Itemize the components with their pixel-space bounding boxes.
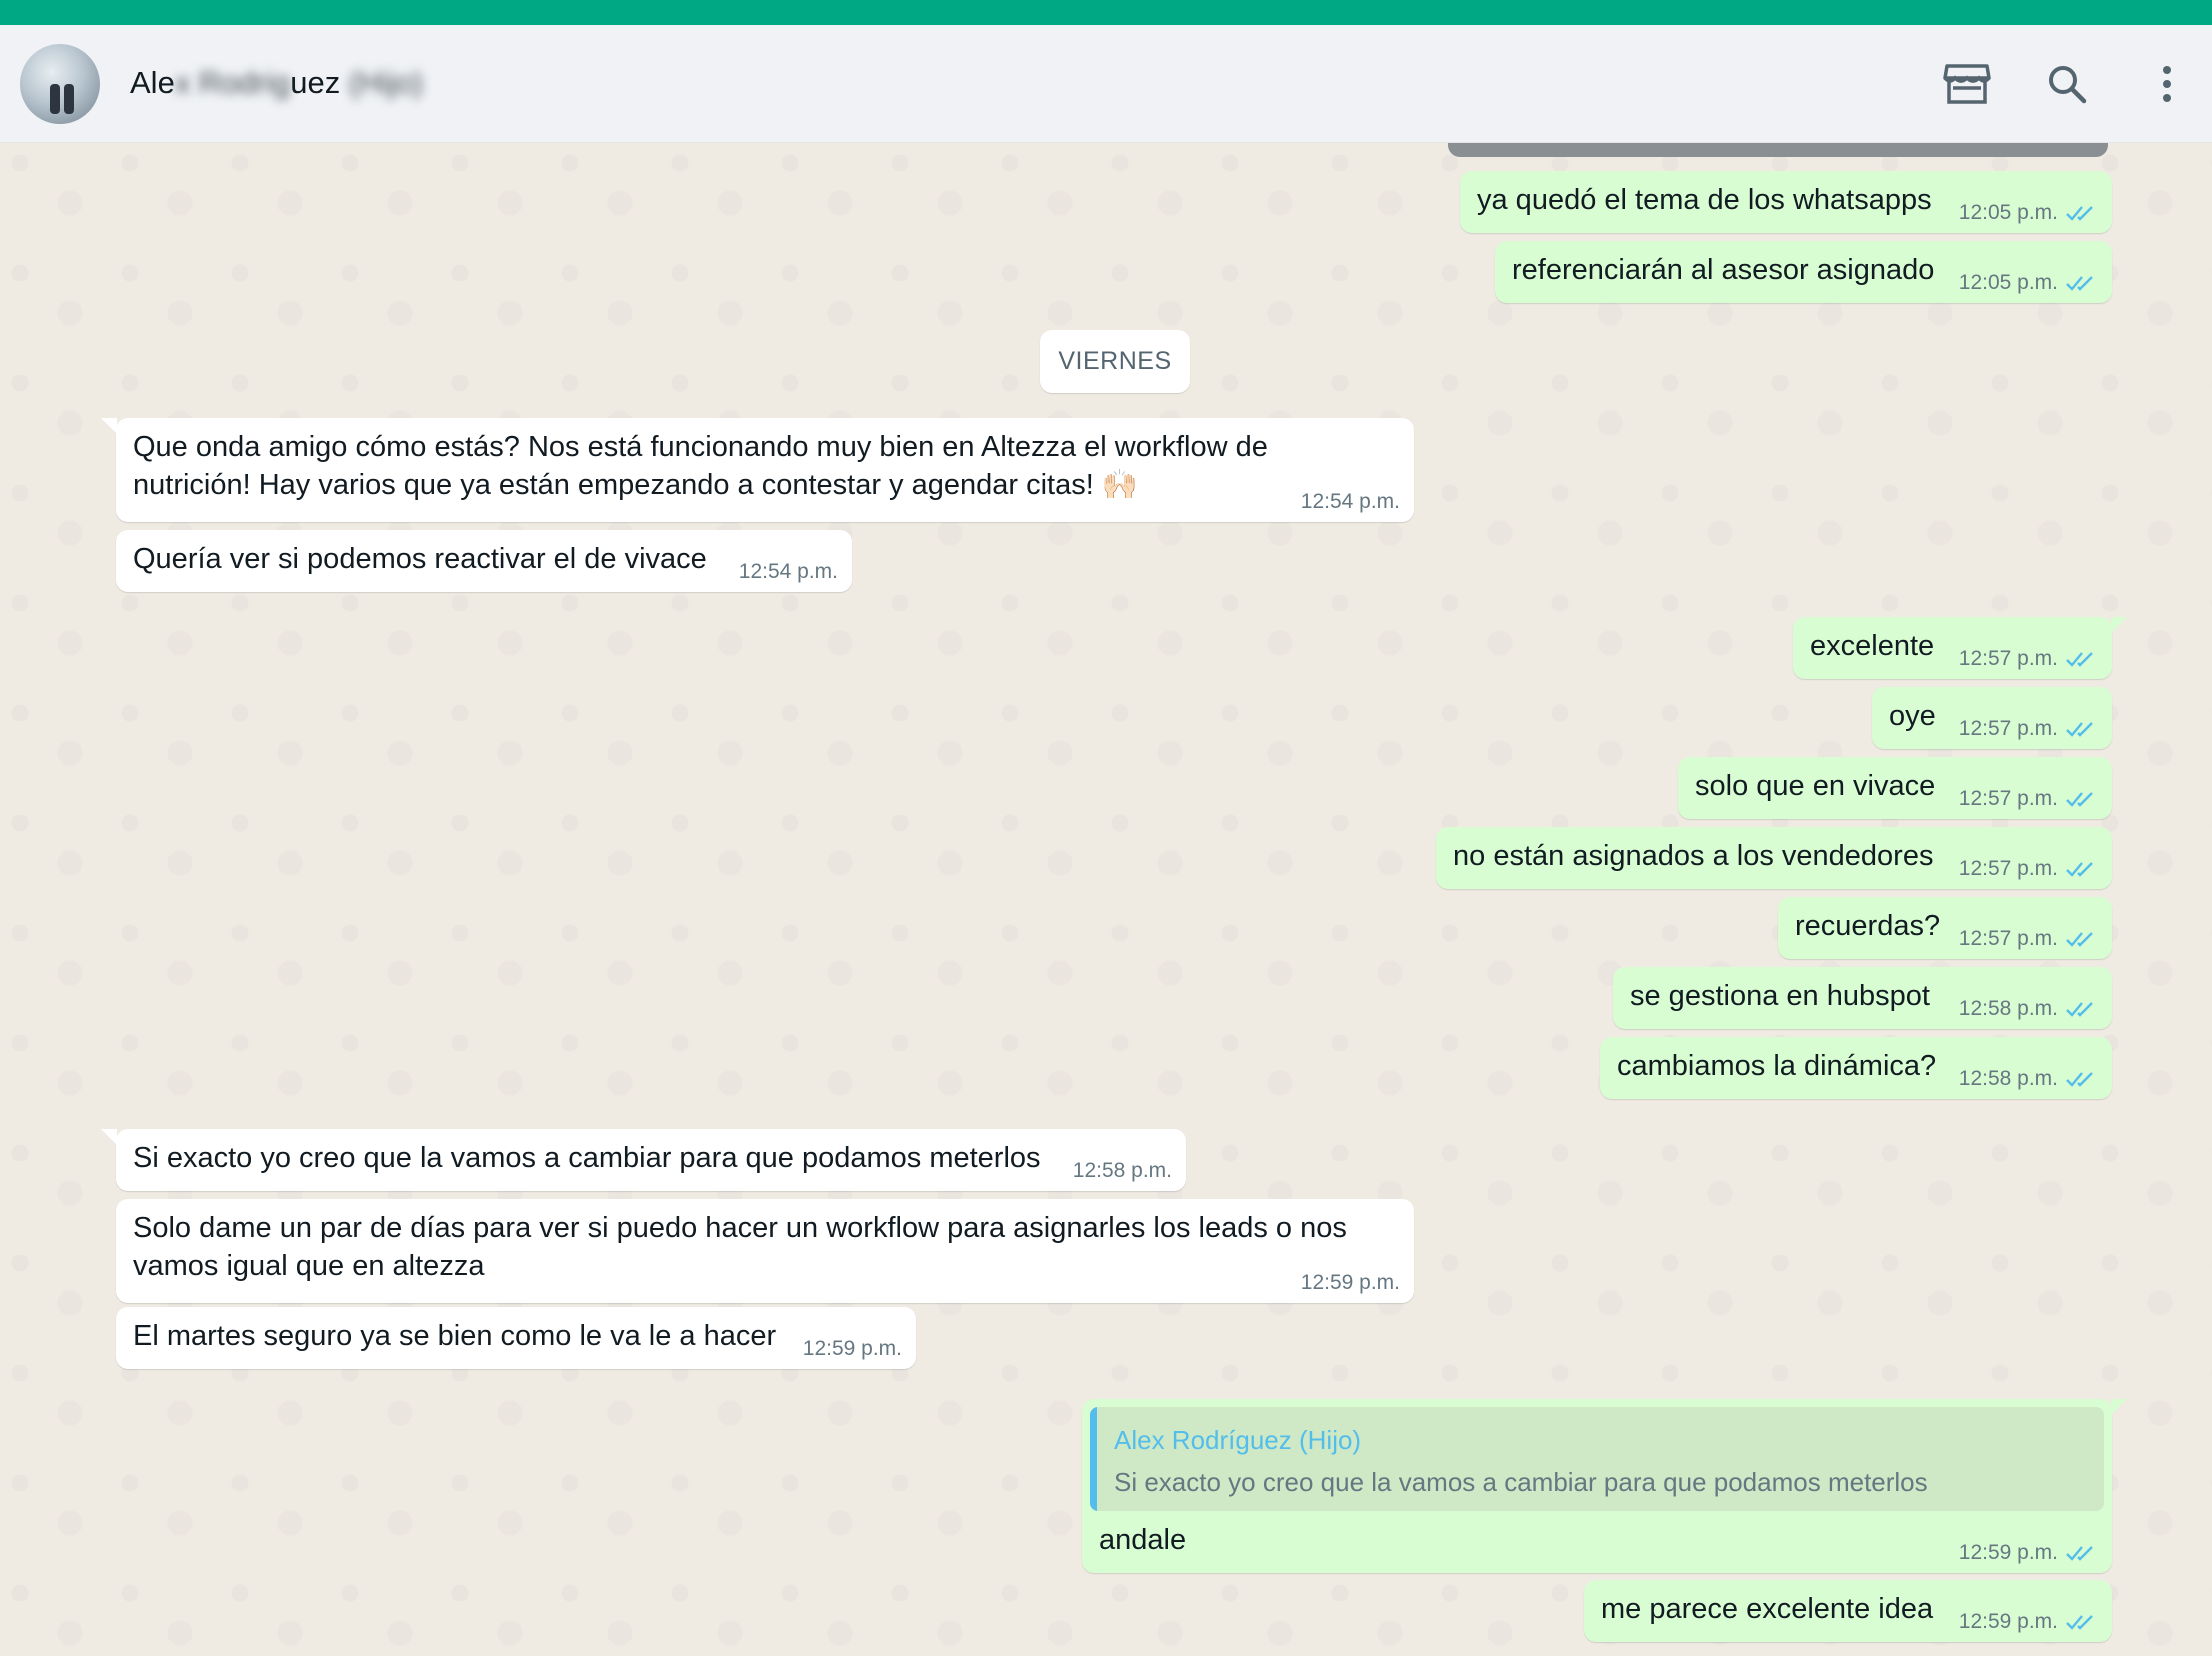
message-text: Quería ver si podemos reactivar el de vi… (133, 543, 707, 575)
message-outgoing[interactable]: referenciarán al asesor asignado 12:05 p… (1495, 241, 2112, 303)
message-meta: 12:57 p.m. (1959, 647, 2098, 671)
message-time: 12:57 p.m. (1958, 647, 2058, 670)
message-time: 12:57 p.m. (1958, 787, 2058, 810)
message-meta: 12:57 p.m. (1959, 787, 2098, 811)
bubble-tail (101, 1129, 117, 1145)
avatar[interactable] (20, 44, 100, 124)
app-top-accent-bar (0, 0, 2212, 25)
message-meta: 12:05 p.m. (1959, 271, 2098, 295)
message-meta: 12:54 p.m. (1301, 490, 1400, 514)
message-outgoing[interactable]: excelente 12:57 p.m. (1793, 617, 2127, 679)
menu-icon[interactable] (2140, 57, 2194, 111)
message-time: 12:57 p.m. (1958, 717, 2058, 740)
message-incoming[interactable]: Quería ver si podemos reactivar el de vi… (116, 530, 852, 592)
message-incoming[interactable]: Si exacto yo creo que la vamos a cambiar… (101, 1129, 1186, 1191)
message-time: 12:59 p.m. (1958, 1610, 2058, 1633)
message-text: Si exacto yo creo que la vamos a cambiar… (133, 1142, 1041, 1174)
read-receipt-icon (2066, 652, 2093, 667)
read-receipt-icon (2066, 276, 2093, 291)
chat-header: Alex Rodriguez (Hijo) (0, 25, 2212, 143)
message-meta: 12:59 p.m. (803, 1337, 902, 1361)
message-outgoing[interactable]: oye 12:57 p.m. (1872, 687, 2112, 749)
message-meta: 12:57 p.m. (1959, 927, 2098, 951)
read-receipt-icon (2066, 206, 2093, 221)
message-time: 12:54 p.m. (1300, 490, 1400, 513)
read-receipt-icon (2066, 862, 2093, 877)
message-outgoing[interactable]: me parece excelente idea 12:59 p.m. (1584, 1580, 2112, 1642)
contact-name-end: uez (290, 65, 341, 100)
contact-name-start: Ale (130, 65, 175, 100)
contact-name-blurred-suffix: (Hijo) (348, 65, 423, 100)
message-time: 12:54 p.m. (738, 560, 838, 583)
read-receipt-icon (2066, 792, 2093, 807)
message-time: 12:58 p.m. (1958, 1067, 2058, 1090)
read-receipt-icon (2066, 1072, 2093, 1087)
read-receipt-icon (2066, 722, 2093, 737)
previous-message-edge (1448, 143, 2108, 157)
conversation-panel[interactable]: ya quedó el tema de los whatsapps 12:05 … (0, 143, 2212, 1656)
message-meta: 12:58 p.m. (1959, 997, 2098, 1021)
message-meta: 12:57 p.m. (1959, 857, 2098, 881)
message-meta: 12:54 p.m. (739, 560, 838, 584)
message-meta: 12:59 p.m. (1301, 1271, 1400, 1295)
search-icon[interactable] (2040, 57, 2094, 111)
message-meta: 12:58 p.m. (1959, 1067, 2098, 1091)
quoted-message[interactable]: Alex Rodríguez (Hijo) Si exacto yo creo … (1090, 1407, 2104, 1511)
message-time: 12:58 p.m. (1958, 997, 2058, 1020)
contact-name[interactable]: Alex Rodriguez (Hijo) (130, 61, 423, 105)
message-text: andale (1099, 1524, 1187, 1556)
message-outgoing[interactable]: recuerdas? 12:57 p.m. (1778, 897, 2112, 959)
message-meta: 12:58 p.m. (1073, 1159, 1172, 1183)
message-outgoing[interactable]: cambiamos la dinámica? 12:58 p.m. (1600, 1037, 2112, 1099)
message-outgoing[interactable]: se gestiona en hubspot 12:58 p.m. (1613, 967, 2112, 1029)
read-receipt-icon (2066, 932, 2093, 947)
message-time: 12:05 p.m. (1958, 201, 2058, 224)
message-time: 12:59 p.m. (1958, 1541, 2058, 1564)
message-incoming[interactable]: Solo dame un par de días para ver si pue… (116, 1199, 1414, 1303)
message-time: 12:57 p.m. (1958, 857, 2058, 880)
message-time: 12:59 p.m. (802, 1337, 902, 1360)
message-meta: 12:59 p.m. (1959, 1541, 2098, 1565)
message-outgoing[interactable]: ya quedó el tema de los whatsapps 12:05 … (1460, 171, 2112, 233)
read-receipt-icon (2066, 1615, 2093, 1630)
message-text-line2: nutrición! Hay varios que ya están empez… (133, 469, 1138, 501)
message-time: 12:57 p.m. (1958, 927, 2058, 950)
message-time: 12:58 p.m. (1072, 1159, 1172, 1182)
bubble-tail (101, 418, 117, 434)
avatar-figure (50, 84, 60, 114)
read-receipt-icon (2066, 1546, 2093, 1561)
message-outgoing-reply[interactable]: Alex Rodríguez (Hijo) Si exacto yo creo … (1082, 1399, 2127, 1573)
message-meta: 12:59 p.m. (1959, 1610, 2098, 1634)
message-meta: 12:05 p.m. (1959, 201, 2098, 225)
message-text-line2: vamos igual que en altezza (133, 1250, 485, 1282)
message-time: 12:05 p.m. (1958, 271, 2058, 294)
message-incoming[interactable]: El martes seguro ya se bien como le va l… (116, 1307, 916, 1369)
message-text: El martes seguro ya se bien como le va l… (133, 1320, 777, 1352)
message-meta: 12:57 p.m. (1959, 717, 2098, 741)
read-receipt-icon (2066, 1002, 2093, 1017)
day-separator: VIERNES (1040, 330, 1190, 393)
catalog-icon[interactable] (1940, 57, 1994, 111)
quote-accent-bar (1090, 1407, 1097, 1511)
contact-name-blurred: x Rodrig (174, 65, 291, 100)
bubble-tail (2111, 617, 2127, 633)
message-time: 12:59 p.m. (1300, 1271, 1400, 1294)
message-text: Solo dame un par de días para ver si pue… (133, 1212, 1347, 1244)
message-outgoing[interactable]: no están asignados a los vendedores 12:5… (1436, 827, 2112, 889)
message-text: Que onda amigo cómo estás? Nos está func… (133, 431, 1268, 463)
bubble-tail (2111, 1399, 2127, 1415)
message-outgoing[interactable]: solo que en vivace 12:57 p.m. (1678, 757, 2112, 819)
quoted-text: Si exacto yo creo que la vamos a cambiar… (1114, 1467, 1928, 1497)
avatar-figure (64, 84, 74, 114)
message-incoming[interactable]: Que onda amigo cómo estás? Nos está func… (101, 418, 1414, 522)
quoted-author: Alex Rodríguez (Hijo) (1114, 1425, 1362, 1455)
